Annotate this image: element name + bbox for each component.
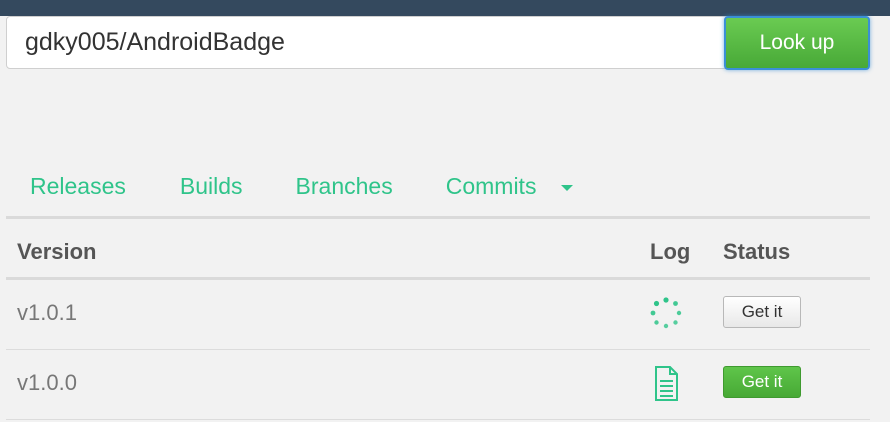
top-bar	[0, 0, 890, 16]
caret-down-icon[interactable]	[561, 184, 574, 191]
get-it-button[interactable]: Get it	[723, 366, 801, 398]
look-up-button[interactable]: Look up	[724, 16, 870, 70]
table-row: v1.0.0 Get it	[6, 350, 870, 420]
table-row: v1.0.1 Get it	[6, 280, 870, 350]
loading-spinner-icon	[646, 294, 686, 334]
tab-builds[interactable]: Builds	[180, 173, 243, 200]
version-cell: v1.0.1	[17, 300, 77, 325]
tab-bar: Releases Builds Branches Commits	[30, 170, 574, 202]
get-it-button[interactable]: Get it	[723, 296, 801, 328]
document-icon[interactable]	[646, 364, 686, 404]
releases-table: Version Log Status v1.0.1 Get it v1.0.0	[6, 216, 870, 420]
version-cell: v1.0.0	[17, 370, 77, 395]
header-log: Log	[650, 239, 691, 264]
table-header: Version Log Status	[6, 216, 870, 280]
tab-commits-label: Commits	[445, 172, 537, 199]
search-bar: Look up	[6, 16, 870, 70]
tab-branches[interactable]: Branches	[296, 173, 393, 200]
tab-commits[interactable]: Commits	[446, 173, 574, 200]
repo-search-input[interactable]	[6, 16, 728, 69]
header-status: Status	[723, 239, 791, 264]
header-version: Version	[17, 239, 97, 264]
tab-releases[interactable]: Releases	[30, 173, 126, 200]
